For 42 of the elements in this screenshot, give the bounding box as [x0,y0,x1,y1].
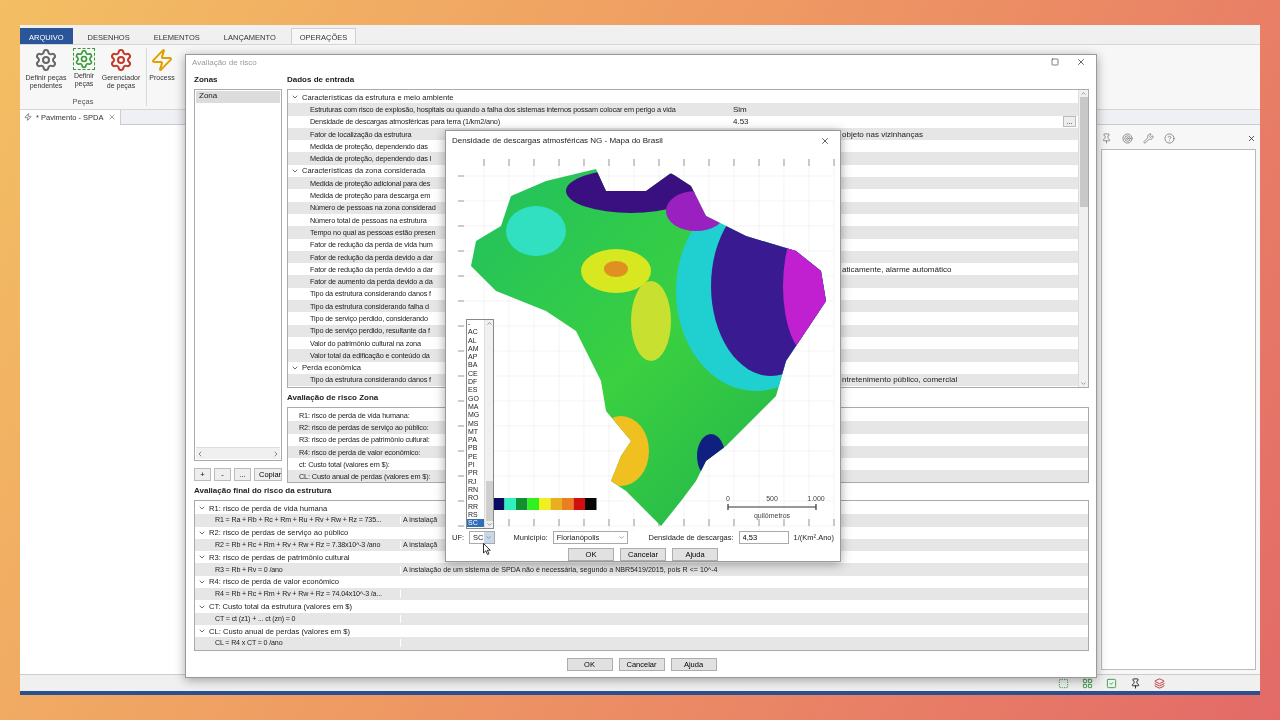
close-icon [820,135,830,146]
caret-icon [485,533,492,541]
checkbox-icon[interactable] [1106,677,1117,689]
lightning-icon [150,48,174,72]
chevron-up-icon[interactable] [1080,90,1087,97]
scrollbar[interactable] [1078,90,1088,387]
chevron-left-icon[interactable] [196,449,204,458]
close-icon[interactable] [1247,133,1256,143]
dialog-title: Densidade de descargas atmosféricas NG - Mapa do Brasil [452,136,664,146]
chevron-up-icon[interactable] [485,320,493,327]
scrollbar-thumb[interactable] [1079,97,1088,207]
property-value: ntretenimento público, comercial [842,375,958,385]
section-heading: Zonas [194,75,218,86]
layers-icon[interactable] [1154,677,1165,689]
help-icon[interactable] [1164,132,1175,144]
caret-icon [618,533,625,541]
property-value: objeto nas vizinhanças [842,129,923,139]
close-icon [1076,57,1086,67]
dialog-title: Avaliação de risco [192,57,258,67]
scrollbar[interactable] [484,320,493,528]
square-icon[interactable] [1058,677,1069,689]
section-heading: Avaliação de risco Zona [287,393,379,404]
gear-icon [73,48,95,70]
chevron-right-icon[interactable] [272,449,280,458]
maximize-icon [1051,58,1059,66]
target-icon[interactable] [1122,132,1133,144]
grid-icon[interactable] [1082,677,1093,689]
scrollbar-thumb[interactable] [485,481,493,521]
tools-icon[interactable] [1143,132,1154,144]
section-heading: Dados de entrada [287,75,355,86]
zone-item[interactable]: Zona [196,91,280,103]
section-heading: Avaliação final do risco da estrutura [194,486,332,497]
chevron-down-icon[interactable] [485,521,493,528]
pin-icon[interactable] [1130,677,1141,689]
chevron-down-icon[interactable] [1080,380,1087,387]
mouse-cursor-icon [483,543,491,555]
gear-icon [109,48,133,72]
property-value: Sim [733,104,747,114]
gear-icon [34,48,58,72]
property-value: aticamente, alarme automático [842,264,952,274]
lightning-icon [24,113,32,121]
scrollbar[interactable] [196,447,280,459]
